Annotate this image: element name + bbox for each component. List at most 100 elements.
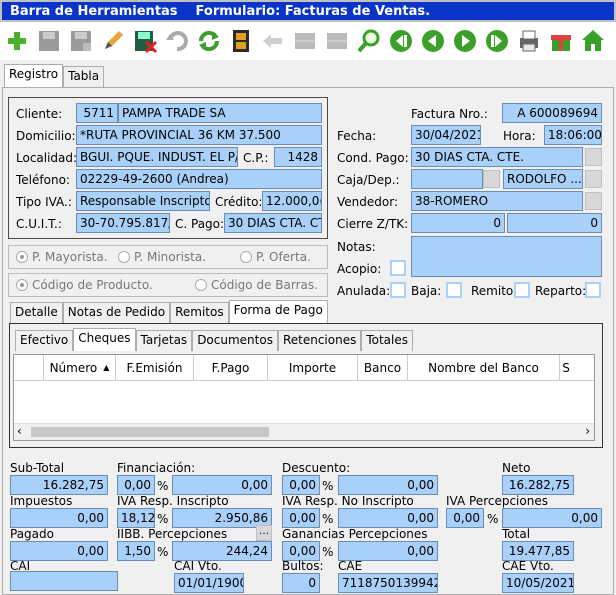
- search-button[interactable]: [354, 25, 384, 57]
- undo-button[interactable]: [162, 25, 192, 57]
- iva-perc-pct-field[interactable]: 0,00: [446, 508, 484, 528]
- baja-checkbox[interactable]: [446, 282, 462, 298]
- col-numero[interactable]: Número ▲: [44, 355, 116, 380]
- previous-record-button[interactable]: [418, 25, 448, 57]
- delete-button[interactable]: [130, 25, 160, 57]
- cuit-field[interactable]: 30-70.795.817/7: [76, 213, 170, 233]
- first-record-button[interactable]: [386, 25, 416, 57]
- grid-horizontal-scrollbar[interactable]: ‹ ›: [14, 423, 594, 440]
- descuento-pct-field[interactable]: 0,00: [282, 475, 320, 495]
- col-f-pago[interactable]: F.Pago: [194, 355, 268, 380]
- cai-field[interactable]: [10, 571, 118, 591]
- impuestos-field[interactable]: 0,00: [10, 508, 108, 528]
- bultos-field[interactable]: 0: [282, 573, 320, 593]
- iibb-pct-field[interactable]: 1,50: [117, 541, 155, 561]
- grid-button-2[interactable]: [322, 25, 352, 57]
- reparto-checkbox[interactable]: [585, 282, 601, 298]
- caja-field[interactable]: [411, 169, 483, 189]
- caja-dropdown[interactable]: [483, 170, 500, 188]
- cliente-name-field[interactable]: PAMPA TRADE SA: [118, 103, 322, 123]
- total-field[interactable]: 19.477,85: [502, 541, 574, 561]
- domicilio-field[interactable]: *RUTA PROVINCIAL 36 KM 37.500: [76, 125, 322, 145]
- ganancias-pct-field[interactable]: 0,00: [282, 541, 320, 561]
- tab-totales[interactable]: Totales: [361, 330, 414, 351]
- cierre-z-field[interactable]: 0: [411, 213, 505, 233]
- neto-field[interactable]: 16.282,75: [502, 475, 574, 495]
- tab-forma-pago[interactable]: Forma de Pago: [228, 300, 328, 323]
- cierre-tk-field[interactable]: 0: [507, 213, 602, 233]
- vendedor-field[interactable]: 38-ROMERO: [411, 191, 583, 211]
- print-button[interactable]: [514, 25, 544, 57]
- gift-button[interactable]: [546, 25, 576, 57]
- tab-documentos[interactable]: Documentos: [192, 330, 278, 351]
- subtotal-field[interactable]: 16.282,75: [10, 475, 108, 495]
- tab-notas-pedido[interactable]: Notas de Pedido: [62, 302, 171, 323]
- tab-registro[interactable]: Registro: [4, 64, 64, 87]
- cheques-grid[interactable]: Número ▲ F.Emisión F.Pago Importe Banco N…: [13, 354, 595, 441]
- ganancias-field[interactable]: 0,00: [338, 541, 438, 561]
- add-button[interactable]: [2, 25, 32, 57]
- scroll-thumb[interactable]: [31, 427, 269, 437]
- scroll-right-icon[interactable]: ›: [585, 424, 590, 438]
- cond-pago-field[interactable]: 30 DIAS CTA. CTE.: [411, 147, 583, 167]
- col-banco[interactable]: Banco: [358, 355, 408, 380]
- localidad-field[interactable]: BGUI. PQUE. INDUST. EL P/: [76, 147, 238, 167]
- cai-vto-field[interactable]: 01/01/1900: [174, 573, 244, 593]
- pagado-field[interactable]: 0,00: [10, 541, 108, 561]
- hora-field[interactable]: 18:06:00: [544, 125, 602, 145]
- caja-user-field[interactable]: RODOLFO ...: [503, 169, 583, 189]
- vendedor-dropdown[interactable]: [585, 192, 602, 210]
- financiacion-field[interactable]: 0,00: [172, 475, 272, 495]
- tab-cheques[interactable]: Cheques: [73, 328, 136, 351]
- col-importe[interactable]: Importe: [268, 355, 358, 380]
- tab-tarjetas[interactable]: Tarjetas: [135, 330, 193, 351]
- radio-minorista[interactable]: P. Minorista.: [118, 250, 206, 264]
- iva-perc-field[interactable]: 0,00: [502, 508, 602, 528]
- tipo-iva-field[interactable]: Responsable Inscripto: [76, 191, 210, 211]
- radio-codigo-barras[interactable]: Código de Barras.: [195, 278, 318, 292]
- cliente-code-field[interactable]: 5711: [76, 103, 118, 123]
- cae-vto-field[interactable]: 10/05/2021: [502, 573, 574, 593]
- col-nombre-banco[interactable]: Nombre del Banco: [408, 355, 560, 380]
- scroll-left-icon[interactable]: ‹: [17, 424, 22, 438]
- iva-rni-field[interactable]: 0,00: [338, 508, 438, 528]
- iibb-ellipsis-button[interactable]: …: [256, 525, 272, 541]
- cpago-field[interactable]: 30 DIAS CTA. CT: [224, 213, 322, 233]
- anulada-checkbox[interactable]: [390, 282, 406, 298]
- tab-detalle[interactable]: Detalle: [10, 302, 63, 323]
- radio-oferta[interactable]: P. Oferta.: [240, 250, 311, 264]
- film-button[interactable]: [226, 25, 256, 57]
- tab-remitos[interactable]: Remitos: [170, 302, 229, 323]
- iva-rni-pct-field[interactable]: 0,00: [282, 508, 320, 528]
- save-as-button[interactable]: [66, 25, 96, 57]
- grid-button-1[interactable]: [290, 25, 320, 57]
- tab-tabla[interactable]: Tabla: [63, 66, 105, 87]
- back-button[interactable]: [258, 25, 288, 57]
- col-f-emision[interactable]: F.Emisión: [116, 355, 194, 380]
- financiacion-pct-field[interactable]: 0,00: [117, 475, 155, 495]
- iva-ri-pct-field[interactable]: 18,12: [117, 508, 155, 528]
- acopio-checkbox[interactable]: [390, 260, 406, 276]
- descuento-field[interactable]: 0,00: [338, 475, 438, 495]
- tab-efectivo[interactable]: Efectivo: [15, 330, 74, 351]
- caja-user-dropdown[interactable]: [585, 170, 602, 188]
- col-s[interactable]: S: [560, 355, 572, 380]
- last-record-button[interactable]: [482, 25, 512, 57]
- refresh-button[interactable]: [194, 25, 224, 57]
- iibb-field[interactable]: 244,24: [172, 541, 272, 561]
- cp-field[interactable]: 1428: [274, 147, 322, 167]
- credito-field[interactable]: 12.000,0(: [262, 191, 322, 211]
- cae-field[interactable]: 71187501399425: [338, 573, 438, 593]
- tab-retenciones[interactable]: Retenciones: [277, 330, 362, 351]
- home-button[interactable]: [578, 25, 608, 57]
- radio-codigo-producto[interactable]: Código de Producto.: [16, 278, 153, 292]
- remito-checkbox[interactable]: [514, 282, 530, 298]
- fecha-field[interactable]: 30/04/2021: [411, 125, 481, 145]
- edit-button[interactable]: [98, 25, 128, 57]
- next-record-button[interactable]: [450, 25, 480, 57]
- radio-mayorista[interactable]: P. Mayorista.: [16, 250, 108, 264]
- notas-field[interactable]: [411, 236, 602, 277]
- cond-pago-dropdown[interactable]: [585, 148, 602, 166]
- factura-field[interactable]: A 600089694: [502, 103, 602, 123]
- telefono-field[interactable]: 02229-49-2600 (Andrea): [76, 169, 322, 189]
